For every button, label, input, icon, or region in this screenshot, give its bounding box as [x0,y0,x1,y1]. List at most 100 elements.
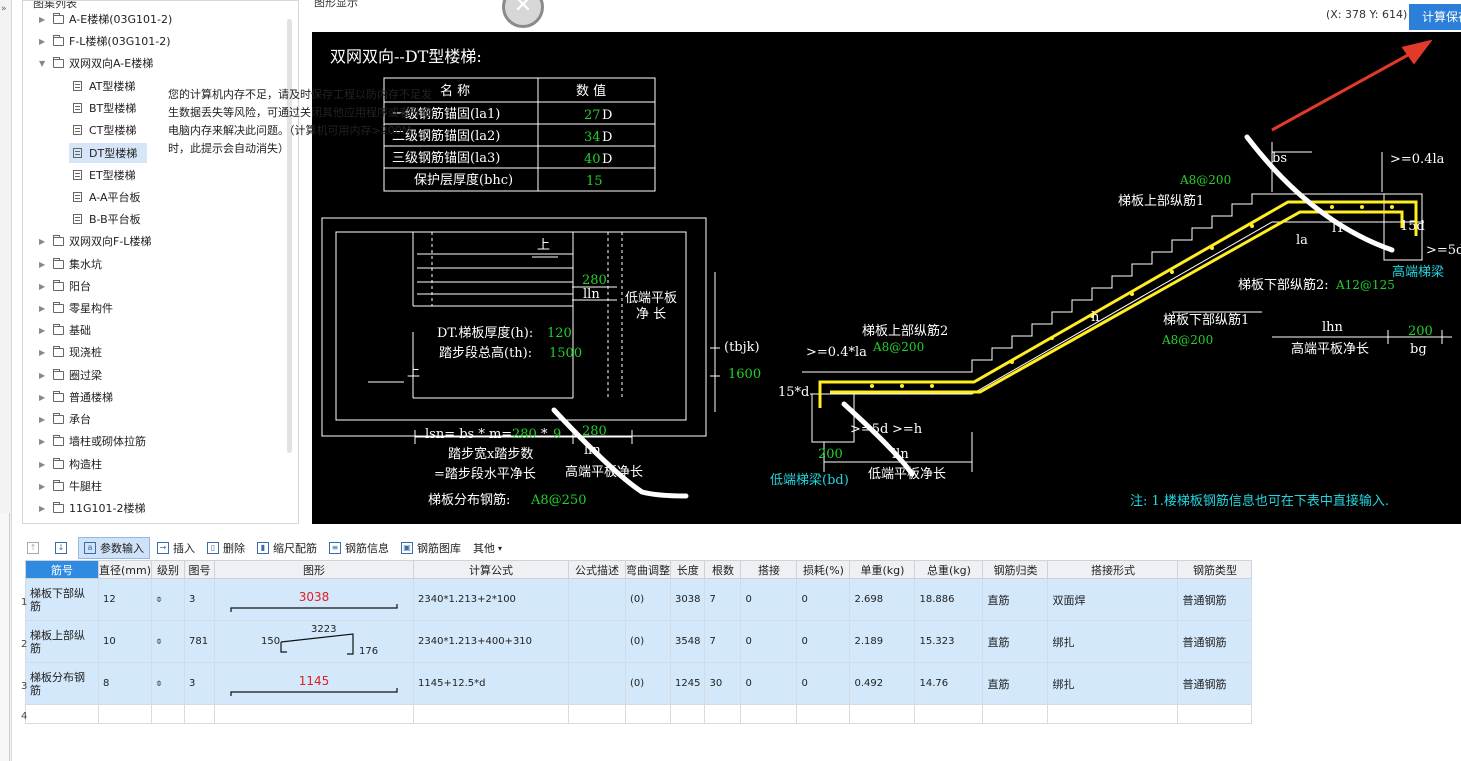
table-cell[interactable]: 梯板分布钢筋 [25,662,99,705]
table-cell[interactable]: 1145 [214,662,415,705]
tree-folder[interactable]: ▼ 双网双向A-E楼梯 [39,53,153,73]
table-cell[interactable] [849,704,916,724]
table-cell[interactable] [740,704,798,724]
table-cell[interactable]: 2.698 [849,578,916,621]
tree-folder[interactable]: ▶ A-E楼梯(03G101-2) [39,9,172,29]
chevron-right-icon[interactable]: ▶ [39,304,49,313]
table-cell[interactable] [670,704,706,724]
table-cell[interactable]: 梯板下部纵筋 [25,578,99,621]
rebar-table[interactable]: 筋号 直径(mm) 级别 图号 图形 计算公式 公式描述 弯曲调整 长度 根数 搭接 损耗(%) 单重(… [25,560,1253,724]
column-header[interactable]: 图号 [184,560,216,579]
table-cell[interactable]: (0) [625,578,672,621]
column-header[interactable]: 损耗(%) [796,560,851,579]
column-header[interactable]: 长度 [670,560,706,579]
scale-rebar-button[interactable]: ▮ 缩尺配筋 [252,537,322,559]
table-cell[interactable]: 7 [704,578,742,621]
insert-button[interactable]: → 插入 [152,537,200,559]
tree-folder[interactable]: ▶ 零星构件 [39,298,113,318]
rebar-library-button[interactable]: ▣ 钢筋图库 [396,537,466,559]
rebar-info-button[interactable]: ≡ 钢筋信息 [324,537,394,559]
table-cell[interactable]: 直筋 [982,620,1049,663]
table-cell[interactable]: ⌽ [151,662,186,705]
chevron-right-icon[interactable]: ▶ [39,504,49,513]
column-header[interactable]: 筋号 [25,560,99,579]
table-cell[interactable] [97,704,153,724]
table-cell[interactable]: 8 [97,662,153,705]
chevron-right-icon[interactable]: ▶ [39,437,49,446]
table-cell[interactable]: 直筋 [982,578,1049,621]
table-cell[interactable] [151,704,186,724]
table-row[interactable] [25,704,1253,724]
chevron-down-icon[interactable]: ▼ [39,59,49,68]
chevron-right-icon[interactable]: ▶ [39,260,49,269]
table-cell[interactable] [914,704,984,724]
table-cell[interactable]: 18.886 [914,578,984,621]
table-cell[interactable]: 3223 150 176 [214,620,415,663]
chevron-right-icon[interactable]: ▶ [39,460,49,469]
tree-folder[interactable]: ▶ F-L楼梯(03G101-2) [39,31,171,51]
table-cell[interactable]: 15.323 [914,620,984,663]
chevron-right-icon[interactable]: ▶ [39,482,49,491]
table-cell[interactable]: 2.189 [849,620,916,663]
chevron-right-icon[interactable]: ▶ [39,326,49,335]
table-cell[interactable]: 梯板上部纵筋 [25,620,99,663]
table-cell[interactable] [1177,704,1253,724]
chevron-right-icon[interactable]: ▶ [39,415,49,424]
param-input-button[interactable]: a 参数输入 [78,537,150,559]
chevron-right-icon[interactable]: ▶ [39,371,49,380]
column-header[interactable]: 搭接 [740,560,798,579]
table-cell[interactable]: 普通钢筋 [1177,620,1253,663]
table-cell[interactable]: 10 [97,620,153,663]
tree-folder[interactable]: ▶ 基础 [39,320,91,340]
tree-folder[interactable]: ▶ 构造柱 [39,454,102,474]
tree-folder[interactable]: ▶ 11G101-2楼梯 [39,498,145,518]
table-row[interactable]: 梯板下部纵筋 12 ⌽ 3 3038 2340*1.213+2*100 (0) 3038 7 0 0… [25,578,1253,621]
table-cell[interactable]: 1145+12.5*d [413,662,570,705]
table-cell[interactable] [625,704,672,724]
table-cell[interactable]: ⌽ [151,620,186,663]
column-header[interactable]: 根数 [704,560,742,579]
table-cell[interactable]: ⌽ [151,578,186,621]
move-up-button[interactable]: ↑ [22,537,48,559]
chevron-right-icon[interactable]: » [1,4,7,14]
table-cell[interactable] [568,578,627,621]
table-cell[interactable]: 0 [740,662,798,705]
calc-save-button[interactable]: 计算保存 [1409,4,1461,30]
column-header[interactable]: 级别 [151,560,186,579]
column-header[interactable]: 弯曲调整 [625,560,672,579]
tree-folder[interactable]: ▶ 牛腿柱 [39,476,102,496]
tree-item[interactable]: AT型楼梯 [69,76,135,96]
close-icon[interactable]: ✕ [502,0,544,28]
table-cell[interactable]: 绑扎 [1047,662,1179,705]
table-cell[interactable] [184,704,216,724]
table-cell[interactable]: 0 [740,578,798,621]
table-cell[interactable]: 双面焊 [1047,578,1179,621]
table-cell[interactable]: 3548 [670,620,706,663]
table-cell[interactable] [982,704,1049,724]
table-row[interactable]: 梯板上部纵筋 10 ⌽ 781 3223 150 176 2340*1.213+400+310… [25,620,1253,663]
chevron-right-icon[interactable]: ▶ [39,393,49,402]
other-menu-button[interactable]: 其他 ▾ [468,537,507,559]
chevron-right-icon[interactable]: ▶ [39,237,49,246]
table-cell[interactable] [796,704,851,724]
column-header[interactable]: 总重(kg) [914,560,984,579]
table-cell[interactable]: 0 [796,662,851,705]
move-down-button[interactable]: ↓ [50,537,76,559]
table-cell[interactable]: 12 [97,578,153,621]
table-cell[interactable]: 2340*1.213+400+310 [413,620,570,663]
chevron-right-icon[interactable]: ▶ [39,15,49,24]
table-cell[interactable]: 直筋 [982,662,1049,705]
table-cell[interactable]: 0 [796,620,851,663]
table-cell[interactable]: 0.492 [849,662,916,705]
table-cell[interactable] [25,704,99,724]
tree-folder[interactable]: ▶ 双网双向F-L楼梯 [39,231,151,251]
tree-item[interactable]: CT型楼梯 [69,120,136,140]
tree-folder[interactable]: ▶ 现浇桩 [39,342,102,362]
table-cell[interactable]: 30 [704,662,742,705]
table-cell[interactable] [568,662,627,705]
table-cell[interactable]: (0) [625,620,672,663]
table-cell[interactable]: 0 [796,578,851,621]
chevron-right-icon[interactable]: ▶ [39,37,49,46]
tree-folder[interactable]: ▶ 集水坑 [39,254,102,274]
table-cell[interactable]: 3 [184,578,216,621]
